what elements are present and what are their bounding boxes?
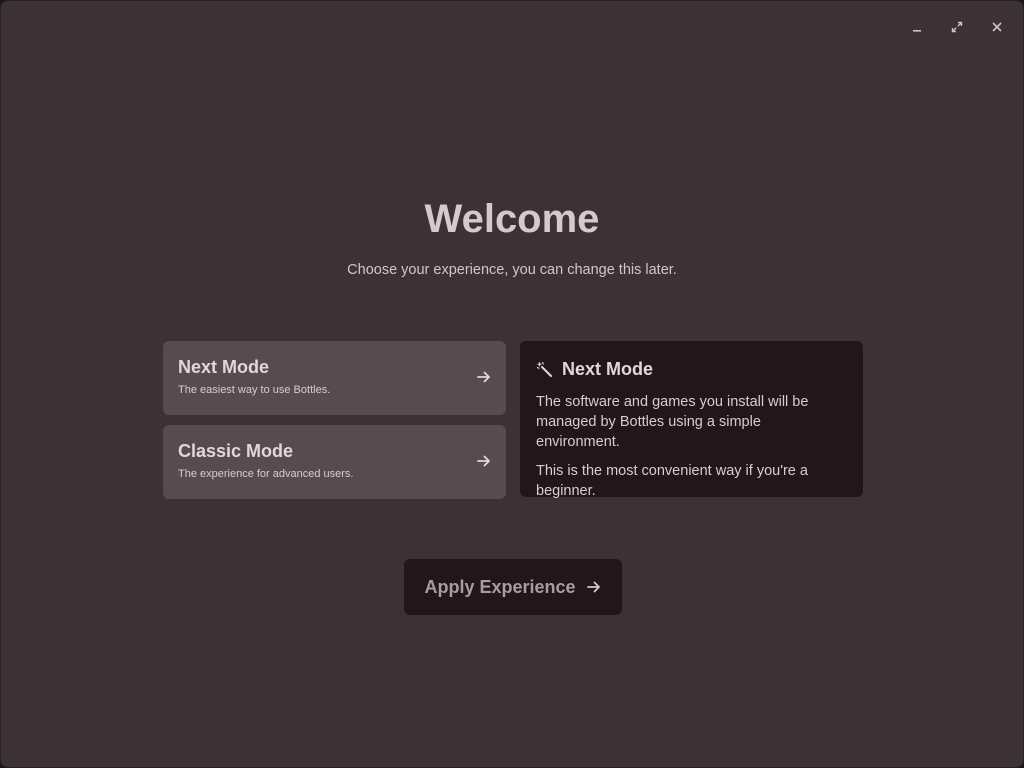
mode-description: The easiest way to use Bottles. (178, 384, 331, 396)
mode-title: Next Mode (178, 357, 270, 377)
info-paragraph: This is the most convenient way if you'r… (536, 463, 808, 499)
maximize-icon (951, 21, 963, 33)
magic-wand-icon (536, 361, 552, 377)
info-body: The software and games you install will … (536, 392, 847, 501)
minimize-button[interactable] (905, 15, 929, 39)
welcome-title: Welcome (424, 197, 600, 241)
mode-info-panel: Next Mode The software and games you ins… (520, 341, 863, 499)
arrow-right-icon (586, 581, 600, 593)
close-icon (992, 22, 1002, 32)
classic-mode-option[interactable]: Classic Mode The experience for advanced… (163, 425, 506, 499)
mode-title: Classic Mode (178, 441, 294, 461)
apply-experience-button[interactable]: Apply Experience (404, 559, 622, 615)
arrow-right-icon (477, 371, 490, 383)
next-mode-option[interactable]: Next Mode The easiest way to use Bottles… (163, 341, 506, 415)
mode-description: The experience for advanced users. (178, 468, 354, 480)
minimize-icon (913, 30, 921, 32)
welcome-subtitle: Choose your experience, you can change t… (347, 262, 677, 278)
window-controls (905, 15, 1009, 39)
maximize-button[interactable] (945, 15, 969, 39)
arrow-right-icon (477, 455, 490, 467)
info-title: Next Mode (562, 359, 654, 379)
info-header: Next Mode (536, 359, 847, 380)
welcome-window: Welcome Choose your experience, you can … (0, 0, 1024, 768)
close-button[interactable] (985, 15, 1009, 39)
apply-button-label: Apply Experience (424, 576, 576, 597)
info-paragraph: The software and games you install will … (536, 394, 809, 450)
